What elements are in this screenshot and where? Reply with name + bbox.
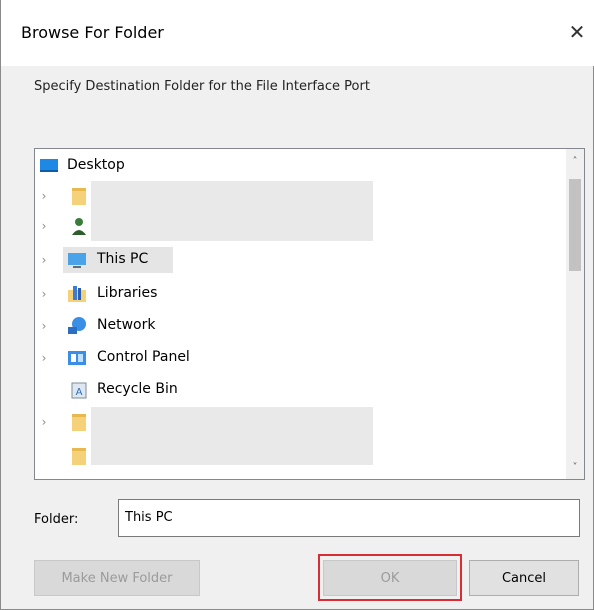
folder-icon (72, 414, 86, 431)
folder-icon (72, 448, 86, 465)
tree-item-label: Recycle Bin (97, 381, 178, 397)
expand-chevron-icon[interactable]: › (37, 279, 51, 309)
recycle-bin-icon: A (71, 382, 87, 399)
svg-text:A: A (76, 387, 83, 398)
folder-tree[interactable]: Desktop › › › This PC › Libraries › Netw… (34, 148, 585, 480)
make-new-folder-button[interactable]: Make New Folder (34, 560, 200, 596)
redacted-label (91, 181, 373, 211)
expand-chevron-icon[interactable]: › (37, 211, 51, 241)
tree-item-redacted-folder[interactable]: › (35, 181, 555, 211)
scroll-up-icon[interactable]: ˄ (566, 151, 584, 171)
tree-item-label: Control Panel (97, 349, 190, 365)
tree-item-desktop[interactable]: Desktop (35, 151, 555, 181)
scroll-thumb[interactable] (569, 179, 581, 271)
tree-item-recycle-bin[interactable]: A Recycle Bin (35, 375, 555, 405)
libraries-icon (68, 286, 86, 302)
control-panel-icon (68, 351, 86, 365)
tree-item-this-pc[interactable]: › This PC (35, 245, 555, 275)
redacted-label (91, 211, 373, 241)
dialog-prompt: Specify Destination Folder for the File … (34, 79, 370, 94)
scroll-down-icon[interactable]: ˅ (566, 457, 584, 477)
tree-item-label: Network (97, 317, 156, 333)
cancel-button[interactable]: Cancel (469, 560, 579, 596)
redacted-label (91, 433, 373, 465)
user-icon (72, 218, 86, 235)
close-button[interactable]: ✕ (559, 14, 594, 50)
browse-for-folder-dialog: Browse For Folder ✕ Specify Destination … (0, 0, 594, 610)
folder-label: Folder: (34, 512, 79, 527)
folder-icon (72, 188, 86, 205)
folder-input[interactable]: This PC (118, 499, 580, 537)
expand-chevron-icon[interactable]: › (37, 311, 51, 341)
tree-item-control-panel[interactable]: › Control Panel (35, 343, 555, 373)
tree-item-network[interactable]: › Network (35, 311, 555, 341)
tree-item-label: Libraries (97, 285, 158, 301)
dialog-title: Browse For Folder (21, 23, 164, 42)
tree-item-redacted-user[interactable]: › (35, 211, 555, 241)
tree-item-label: Desktop (67, 157, 125, 173)
expand-chevron-icon[interactable]: › (37, 407, 51, 437)
expand-chevron-icon[interactable]: › (37, 245, 51, 275)
expand-chevron-icon[interactable]: › (37, 343, 51, 373)
network-icon (68, 317, 86, 334)
desktop-icon (40, 159, 58, 172)
computer-icon (68, 253, 86, 268)
close-icon: ✕ (568, 20, 586, 44)
ok-button[interactable]: OK (323, 560, 457, 596)
tree-item-libraries[interactable]: › Libraries (35, 279, 555, 309)
title-bar: Browse For Folder ✕ (1, 0, 594, 66)
expand-chevron-icon[interactable]: › (37, 181, 51, 211)
tree-item-label: This PC (97, 251, 149, 267)
tree-scrollbar[interactable]: ˄ ˅ (566, 149, 584, 479)
tree-item-redacted-folder[interactable] (35, 433, 555, 471)
